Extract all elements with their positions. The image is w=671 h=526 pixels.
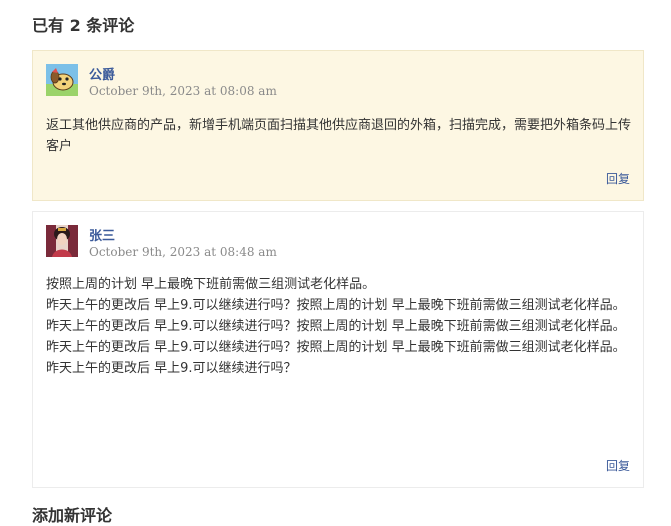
- comment-line: 昨天上午的更改后 早上9.可以继续进行吗？按照上周的计划 早上最晚下班前需做三组…: [46, 340, 626, 355]
- comment-date: October 9th, 2023 at 08:48 am: [89, 245, 277, 259]
- comment-author[interactable]: 公爵: [89, 64, 115, 83]
- comment-body: 按照上周的计划 早上最晚下班前需做三组测试老化样品。 昨天上午的更改后 早上9.…: [46, 274, 633, 379]
- avatar[interactable]: [46, 64, 78, 96]
- cartoon-dog-avatar-icon: [46, 64, 78, 96]
- comment-line: 按照上周的计划 早上最晚下班前需做三组测试老化样品。: [46, 277, 376, 292]
- comment-date: October 9th, 2023 at 08:08 am: [89, 84, 277, 98]
- comment-author[interactable]: 张三: [89, 225, 115, 244]
- comment-line: 昨天上午的更改后 早上9.可以继续进行吗？按照上周的计划 早上最晚下班前需做三组…: [46, 298, 626, 313]
- comment-item: 公爵 October 9th, 2023 at 08:08 am 返工其他供应商…: [32, 50, 644, 201]
- comment-line: 昨天上午的更改后 早上9.可以继续进行吗？按照上周的计划 早上最晚下班前需做三组…: [46, 319, 626, 334]
- comment-body: 返工其他供应商的产品，新增手机端页面扫描其他供应商退回的外箱，扫描完成，需要把外…: [46, 115, 633, 157]
- comment-line: 返工其他供应商的产品，新增手机端页面扫描其他供应商退回的外箱，扫描完成，需要把外…: [46, 118, 632, 154]
- reply-button[interactable]: 回复: [606, 170, 630, 187]
- avatar[interactable]: [46, 225, 78, 257]
- comment-line: 昨天上午的更改后 早上9.可以继续进行吗？: [46, 361, 297, 376]
- comment-item: 张三 October 9th, 2023 at 08:48 am 按照上周的计划…: [32, 211, 644, 488]
- reply-button[interactable]: 回复: [606, 457, 630, 474]
- portrait-avatar-icon: [46, 225, 78, 257]
- add-comment-heading: 添加新评论: [32, 506, 113, 525]
- comments-heading: 已有 2 条评论: [32, 16, 135, 35]
